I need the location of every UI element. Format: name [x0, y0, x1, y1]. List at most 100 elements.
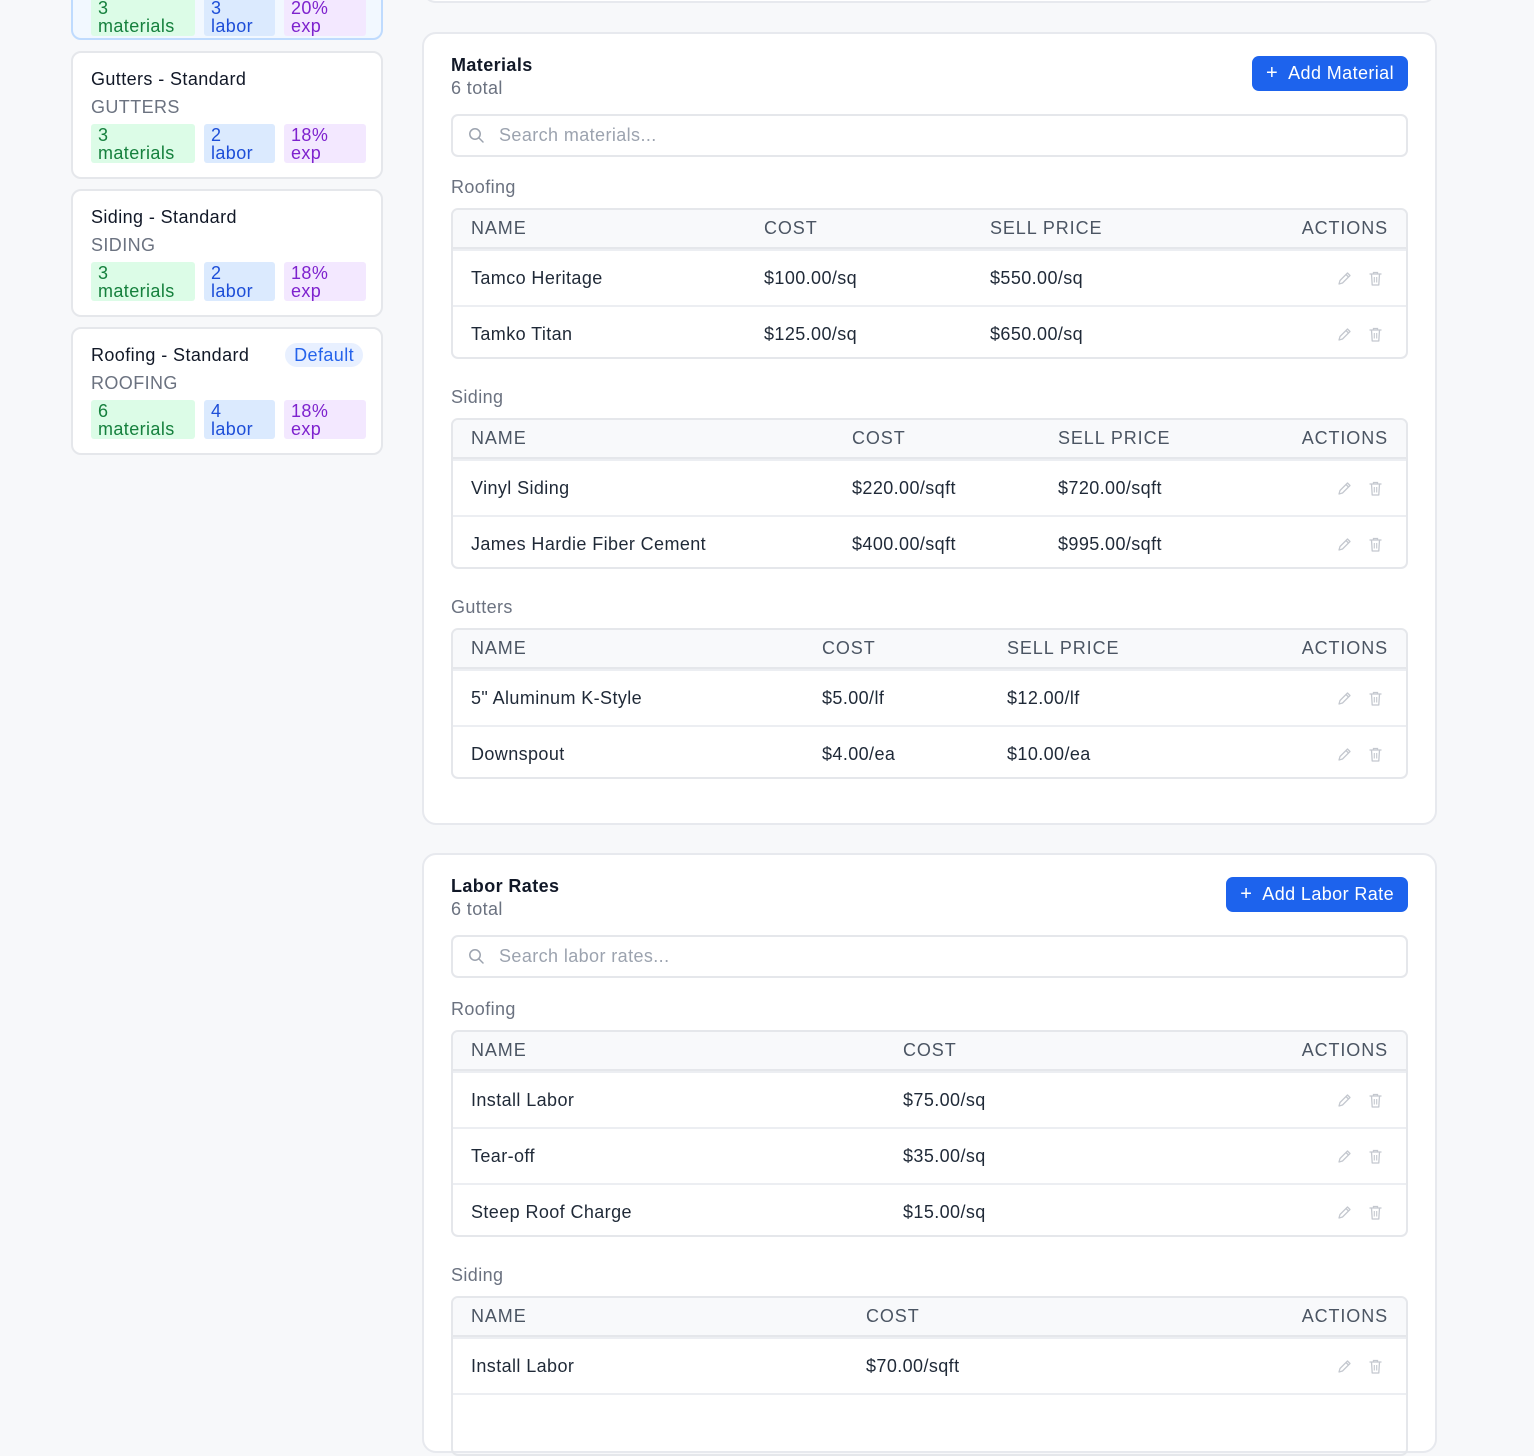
- trash-icon[interactable]: [1367, 270, 1384, 287]
- chip-count: 3: [98, 262, 109, 283]
- materials-title: Materials: [451, 55, 533, 75]
- pencil-icon[interactable]: [1336, 480, 1353, 497]
- chip-count: 2: [211, 262, 222, 283]
- pencil-icon[interactable]: [1336, 690, 1353, 707]
- table-row: Tamko Titan $125.00/sq $650.00/sq: [453, 305, 1406, 357]
- group-label: Roofing: [451, 999, 516, 1019]
- chip-label: materials: [98, 142, 175, 163]
- row-sell-price: $995.00/sqft: [1058, 534, 1162, 554]
- row-sell-price: $550.00/sq: [990, 268, 1084, 288]
- template-card[interactable]: Siding - Standard SIDING 3 materials 2 l…: [71, 189, 383, 317]
- labor-count-chip: 2 labor: [204, 262, 275, 301]
- plus-icon: +: [1240, 883, 1253, 905]
- table-row: Steep Roof Charge $15.00/sq: [453, 1183, 1406, 1235]
- col-sell-price: SELL PRICE: [1058, 428, 1171, 448]
- col-name: NAME: [471, 638, 527, 658]
- col-sell-price: SELL PRICE: [1007, 638, 1120, 658]
- labor-search-input[interactable]: Search labor rates...: [451, 935, 1408, 978]
- table-row: Downspout $4.00/ea $10.00/ea: [453, 725, 1406, 777]
- labor-count-chip: 2 labor: [204, 124, 275, 163]
- table-header: NAME COST SELL PRICE ACTIONS: [453, 420, 1406, 459]
- trash-icon[interactable]: [1367, 326, 1384, 343]
- row-name: Vinyl Siding: [471, 478, 570, 498]
- trash-icon[interactable]: [1367, 536, 1384, 553]
- col-actions: ACTIONS: [1301, 638, 1388, 658]
- search-icon: [453, 127, 499, 144]
- search-icon: [453, 948, 499, 965]
- template-card[interactable]: Gutters - Standard GUTTERS 3 materials 2…: [71, 51, 383, 179]
- trash-icon[interactable]: [1367, 746, 1384, 763]
- chip-label: materials: [98, 418, 175, 439]
- add-material-button[interactable]: + Add Material: [1252, 56, 1408, 91]
- search-placeholder: Search materials...: [499, 125, 657, 145]
- add-labor-rate-button[interactable]: + Add Labor Rate: [1226, 877, 1408, 912]
- chip-count: 3: [211, 0, 222, 18]
- row-name: Tamco Heritage: [471, 268, 603, 288]
- col-cost: COST: [764, 218, 818, 238]
- col-actions: ACTIONS: [1301, 1306, 1388, 1326]
- col-actions: ACTIONS: [1301, 1040, 1388, 1060]
- row-sell-price: $10.00/ea: [1007, 744, 1091, 764]
- col-name: NAME: [471, 1306, 527, 1326]
- trash-icon[interactable]: [1367, 1358, 1384, 1375]
- trash-icon[interactable]: [1367, 1148, 1384, 1165]
- table-row: Install Labor $75.00/sq: [453, 1071, 1406, 1127]
- expense-chip: 18% exp: [284, 400, 366, 439]
- template-title: Roofing - Standard: [91, 344, 250, 365]
- row-cost: $400.00/sqft: [852, 534, 956, 554]
- labor-count-chip: 3 labor: [204, 0, 275, 36]
- pencil-icon[interactable]: [1336, 270, 1353, 287]
- materials-search-input[interactable]: Search materials...: [451, 114, 1408, 157]
- col-cost: COST: [852, 428, 906, 448]
- pencil-icon[interactable]: [1336, 1204, 1353, 1221]
- pencil-icon[interactable]: [1336, 1148, 1353, 1165]
- trash-icon[interactable]: [1367, 690, 1384, 707]
- row-name: 5" Aluminum K-Style: [471, 688, 643, 708]
- chip-label: materials: [98, 15, 175, 36]
- pencil-icon[interactable]: [1336, 326, 1353, 343]
- row-cost: $220.00/sqft: [852, 478, 956, 498]
- plus-icon: +: [1266, 62, 1279, 84]
- chip-count: 6: [98, 400, 109, 421]
- template-card[interactable]: 3 materials 3 labor 20% exp: [71, 0, 383, 40]
- row-name: Tamko Titan: [471, 324, 573, 344]
- materials-table: NAME COST SELL PRICE ACTIONS Vinyl Sidin…: [451, 418, 1408, 569]
- pencil-icon[interactable]: [1336, 1092, 1353, 1109]
- chip-label: labor: [211, 418, 254, 439]
- table-header: NAME COST SELL PRICE ACTIONS: [453, 630, 1406, 669]
- row-name: James Hardie Fiber Cement: [471, 534, 707, 554]
- template-card[interactable]: Roofing - Standard Default ROOFING 6 mat…: [71, 327, 383, 455]
- col-name: NAME: [471, 428, 527, 448]
- template-type: SIDING: [91, 235, 156, 255]
- col-actions: ACTIONS: [1301, 428, 1388, 448]
- search-placeholder: Search labor rates...: [499, 946, 670, 966]
- row-cost: $100.00/sq: [764, 268, 858, 288]
- materials-count-chip: 3 materials: [91, 124, 195, 163]
- pencil-icon[interactable]: [1336, 1358, 1353, 1375]
- col-cost: COST: [903, 1040, 957, 1060]
- materials-panel: Materials 6 total + Add Material Search …: [422, 32, 1437, 825]
- trash-icon[interactable]: [1367, 480, 1384, 497]
- trash-icon[interactable]: [1367, 1204, 1384, 1221]
- labor-table: NAME COST ACTIONS Install Labor $75.00/s…: [451, 1030, 1408, 1237]
- chip-label: labor: [211, 280, 254, 301]
- labor-count: 6 total: [451, 899, 503, 919]
- pencil-icon[interactable]: [1336, 536, 1353, 553]
- expense-chip: 20% exp: [284, 0, 366, 36]
- col-name: NAME: [471, 1040, 527, 1060]
- row-cost: $70.00/sqft: [866, 1356, 960, 1376]
- template-type: ROOFING: [91, 373, 178, 393]
- labor-table: NAME COST ACTIONS Install Labor $70.00/s…: [451, 1296, 1408, 1456]
- materials-count-chip: 3 materials: [91, 0, 195, 36]
- row-cost: $5.00/lf: [822, 688, 885, 708]
- pencil-icon[interactable]: [1336, 746, 1353, 763]
- table-row: Vinyl Siding $220.00/sqft $720.00/sqft: [453, 459, 1406, 515]
- trash-icon[interactable]: [1367, 1092, 1384, 1109]
- table-header: NAME COST ACTIONS: [453, 1298, 1406, 1337]
- chip-count: 3: [98, 0, 109, 18]
- col-actions: ACTIONS: [1301, 218, 1388, 238]
- materials-table: NAME COST SELL PRICE ACTIONS Tamco Herit…: [451, 208, 1408, 359]
- table-row: Tear-off $35.00/sq: [453, 1127, 1406, 1183]
- labor-title: Labor Rates: [451, 876, 560, 896]
- chip-count: 18%: [291, 124, 329, 145]
